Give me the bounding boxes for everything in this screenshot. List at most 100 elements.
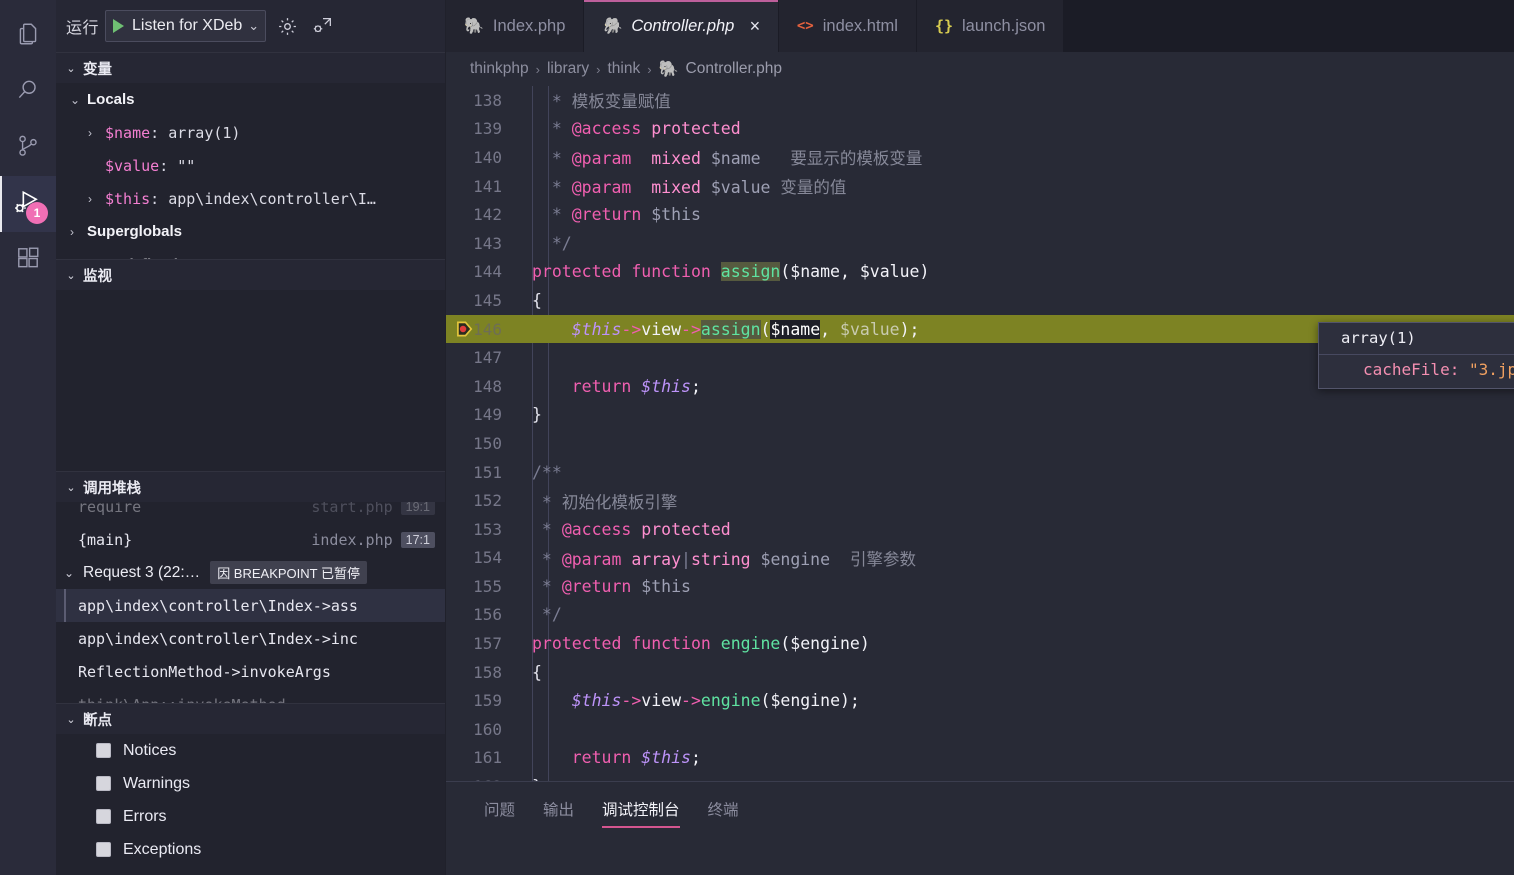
tab-launch-json[interactable]: {} launch.json xyxy=(916,0,1065,52)
code-token: mixed xyxy=(651,149,701,169)
breadcrumb-item-controller-php[interactable]: Controller.php xyxy=(686,60,783,78)
tab-label: launch.json xyxy=(962,16,1046,35)
editor-tab-bar: 🐘 Index.php 🐘 Controller.php × <> index.… xyxy=(446,0,1514,52)
stack-row[interactable]: think\App::invokeMethod xyxy=(56,688,445,704)
watch-header[interactable]: ⌄ 监视 xyxy=(56,259,445,290)
code-line[interactable]: 143 */ xyxy=(446,229,1514,258)
code-line[interactable]: 162} xyxy=(446,772,1514,781)
tree-item-name[interactable]: › $name: array(1) xyxy=(56,116,445,149)
code-line[interactable]: 154 * @param array|string $engine 引擎参数 xyxy=(446,544,1514,573)
section-breakpoints: ⌄ 断点 Notices Warnings Errors Exceptions xyxy=(56,703,445,875)
breakpoint-item-warnings[interactable]: Warnings xyxy=(56,767,445,800)
panel-tab-problems[interactable]: 问题 xyxy=(470,782,529,828)
stack-row[interactable]: require start.php 19:1 xyxy=(56,502,445,523)
debug-console-icon[interactable] xyxy=(308,11,338,41)
stack-row[interactable]: app\index\controller\Index->inc xyxy=(56,622,445,655)
panel-tab-terminal[interactable]: 终端 xyxy=(694,782,753,828)
checkbox[interactable] xyxy=(96,743,111,758)
code-line[interactable]: 142 * @return $this xyxy=(446,200,1514,229)
chevron-down-icon[interactable]: ⌄ xyxy=(248,18,259,34)
code-lines[interactable]: 138 * 模板变量赋值 139 * @access protected 140 *… xyxy=(446,86,1514,781)
code-line[interactable]: 160 xyxy=(446,715,1514,744)
close-icon[interactable]: × xyxy=(749,16,760,37)
breadcrumb-item-thinkphp[interactable]: thinkphp xyxy=(470,60,529,78)
code-line[interactable]: 149} xyxy=(446,401,1514,430)
stack-row[interactable]: {main} index.php 17:1 xyxy=(56,523,445,556)
chevron-down-icon[interactable]: ⌄ xyxy=(70,93,87,107)
stack-row[interactable]: app\index\controller\Index->ass xyxy=(56,589,445,622)
tab-controller-php[interactable]: 🐘 Controller.php × xyxy=(584,0,779,52)
activity-item-search[interactable] xyxy=(0,64,56,120)
checkbox[interactable] xyxy=(96,809,111,824)
checkbox[interactable] xyxy=(96,776,111,791)
chevron-right-icon[interactable]: › xyxy=(88,192,105,206)
code-text: { xyxy=(514,663,542,682)
gear-icon[interactable] xyxy=(272,11,302,41)
code-line[interactable]: 151 /** xyxy=(446,458,1514,487)
code-line[interactable]: 158 { xyxy=(446,658,1514,687)
call-stack-header[interactable]: ⌄ 调用堆栈 xyxy=(56,471,445,502)
code-line[interactable]: 159 $this->view->engine($engine); xyxy=(446,686,1514,715)
code-line[interactable]: 141 * @param mixed $value 变量的值 xyxy=(446,172,1514,201)
start-debug-icon[interactable] xyxy=(113,19,125,33)
tree-item-this[interactable]: › $this: app\index\controller\I… xyxy=(56,182,445,215)
code-line[interactable]: 144 protected function assign($name, $val… xyxy=(446,258,1514,287)
code-token: @param xyxy=(571,149,632,169)
variables-title: 变量 xyxy=(83,61,112,78)
code-line[interactable]: 155 * @return $this xyxy=(446,572,1514,601)
tree-item-locals[interactable]: ⌄ Locals xyxy=(56,83,445,116)
code-line[interactable]: 145 { xyxy=(446,286,1514,315)
chevron-right-icon[interactable]: › xyxy=(88,126,105,140)
code-line[interactable]: 138 * 模板变量赋值 xyxy=(446,86,1514,115)
code-line[interactable]: 161 return $this; xyxy=(446,744,1514,773)
chevron-down-icon: ⌄ xyxy=(66,269,76,282)
breakpoint-icon[interactable] xyxy=(456,320,475,339)
chevron-down-icon[interactable]: ⌄ xyxy=(64,566,83,580)
chevron-right-icon[interactable]: › xyxy=(70,258,87,260)
breadcrumb-item-think[interactable]: think xyxy=(608,60,641,78)
activity-item-extensions[interactable] xyxy=(0,232,56,288)
code-line[interactable]: 157 protected function engine($engine) xyxy=(446,629,1514,658)
code-line[interactable]: 150 xyxy=(446,429,1514,458)
activity-item-explorer[interactable] xyxy=(0,8,56,64)
tab-bar-empty-space xyxy=(1064,0,1514,52)
breakpoint-item-errors[interactable]: Errors xyxy=(56,800,445,833)
breakpoint-item-notices[interactable]: Notices xyxy=(56,734,445,767)
panel-tab-output[interactable]: 输出 xyxy=(529,782,588,828)
code-token: | xyxy=(681,549,691,569)
tab-index-php[interactable]: 🐘 Index.php xyxy=(446,0,585,52)
debug-config-dropdown[interactable]: Listen for XDeb ⌄ xyxy=(105,10,267,42)
code-token: { xyxy=(532,290,542,310)
line-number: 142 xyxy=(473,205,502,225)
breadcrumb-item-library[interactable]: library xyxy=(547,60,589,78)
code-line[interactable]: 140 * @param mixed $name 要显示的模板变量 xyxy=(446,143,1514,172)
tree-item-user-defined-constants[interactable]: › User defined constants xyxy=(56,248,445,259)
stack-row[interactable]: ReflectionMethod->invokeArgs xyxy=(56,655,445,688)
code-token: $this xyxy=(641,376,691,396)
variables-header[interactable]: ⌄ 变量 xyxy=(56,52,445,83)
call-stack-body[interactable]: require start.php 19:1 {main} index.php … xyxy=(56,502,445,703)
watch-body[interactable] xyxy=(56,290,445,471)
code-line[interactable]: 156 */ xyxy=(446,601,1514,630)
variables-body[interactable]: ⌄ Locals › $name: array(1) › $value: "" … xyxy=(56,83,445,259)
tree-item-superglobals[interactable]: › Superglobals xyxy=(56,215,445,248)
thread-name: Request 3 (22:… xyxy=(83,563,201,581)
stack-thread-row[interactable]: ⌄ Request 3 (22:… 因 BREAKPOINT 已暂停 xyxy=(56,556,445,589)
tree-item-value[interactable]: › $value: "" xyxy=(56,149,445,182)
tab-index-html[interactable]: <> index.html xyxy=(778,0,917,52)
breakpoints-header[interactable]: ⌄ 断点 xyxy=(56,703,445,734)
checkbox[interactable] xyxy=(96,842,111,857)
call-stack-title: 调用堆栈 xyxy=(83,480,141,497)
activity-item-run-and-debug[interactable]: 1 xyxy=(0,176,56,232)
breakpoints-body[interactable]: Notices Warnings Errors Exceptions xyxy=(56,734,445,875)
code-token: $engine xyxy=(760,549,831,569)
code-text: } xyxy=(514,777,542,781)
code-line[interactable]: 153 * @access protected xyxy=(446,515,1514,544)
code-editor[interactable]: 138 * 模板变量赋值 139 * @access protected 140 *… xyxy=(446,86,1514,781)
chevron-right-icon[interactable]: › xyxy=(70,225,87,239)
breakpoint-item-exceptions[interactable]: Exceptions xyxy=(56,833,445,866)
panel-tab-debug-console[interactable]: 调试控制台 xyxy=(588,782,694,828)
code-line[interactable]: 152 * 初始化模板引擎 xyxy=(446,486,1514,515)
activity-item-source-control[interactable] xyxy=(0,120,56,176)
code-line[interactable]: 139 * @access protected xyxy=(446,115,1514,144)
